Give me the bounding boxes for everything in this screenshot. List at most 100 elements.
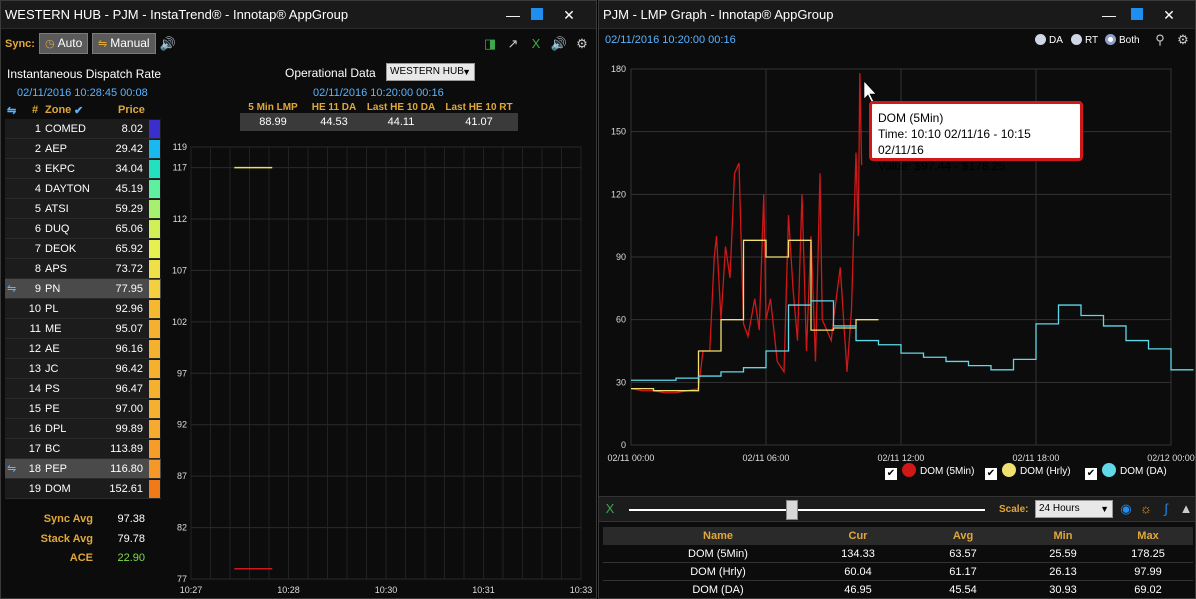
maximize-button[interactable] — [531, 8, 543, 20]
export-icon[interactable]: ◨ — [481, 35, 499, 53]
col-price-header[interactable]: Price — [118, 104, 145, 116]
stats-row[interactable]: DOM (5Min) 134.33 63.57 25.59 178.25 — [603, 545, 1193, 563]
sound-icon[interactable]: 🔊 — [550, 35, 568, 53]
gear-icon[interactable]: ⚙ — [1174, 31, 1192, 49]
zone-name: PS — [45, 383, 60, 395]
radio-da[interactable]: DA — [1035, 34, 1063, 46]
zone-row[interactable]: 2 AEP 29.42 — [5, 139, 161, 159]
zone-row[interactable]: 10 PL 92.96 — [5, 299, 161, 319]
minimize-button[interactable]: — — [1099, 5, 1119, 25]
zone-num: 18 — [28, 463, 41, 475]
stats-col-header[interactable]: Avg — [913, 530, 1013, 542]
ace-row: ACE 22.90 — [1, 552, 151, 568]
zone-row[interactable]: ⇋ 18 PEP 116.80 — [5, 459, 161, 479]
pin-icon[interactable]: ⚲ — [1151, 31, 1169, 49]
y-tick-label: 30 — [616, 377, 626, 387]
zone-row[interactable]: 3 EKPC 34.04 — [5, 159, 161, 179]
sort-icon[interactable]: ✔ — [74, 104, 83, 117]
scale-select[interactable]: 24 Hours ▼ — [1035, 500, 1113, 518]
zone-row[interactable]: 5 ATSI 59.29 — [5, 199, 161, 219]
zone-name: ATSI — [45, 203, 69, 215]
zone-row[interactable]: 12 AE 96.16 — [5, 339, 161, 359]
y-tick-label: 112 — [173, 214, 187, 224]
slider-track[interactable] — [629, 509, 985, 511]
zone-price: 96.16 — [115, 343, 143, 355]
y-tick-label: 120 — [611, 189, 626, 199]
zone-color-swatch — [149, 460, 160, 478]
zone-num: 9 — [34, 283, 41, 295]
zone-row[interactable]: 15 PE 97.00 — [5, 399, 161, 419]
zone-row[interactable]: 4 DAYTON 45.19 — [5, 179, 161, 199]
y-tick-label: 0 — [621, 440, 626, 450]
checkbox-icon[interactable]: ✔ — [1085, 468, 1097, 480]
hub-select[interactable]: WESTERN HUB ▼ — [386, 63, 475, 81]
stats-col-header[interactable]: Name — [603, 530, 833, 542]
checkbox-icon[interactable]: ✔ — [885, 468, 897, 480]
auto-sync-button[interactable]: ◷ Auto — [39, 33, 89, 54]
stats-row[interactable]: DOM (DA) 46.95 45.54 30.93 69.02 — [603, 581, 1193, 598]
zone-row[interactable]: 11 ME 95.07 — [5, 319, 161, 339]
minimize-button[interactable]: — — [503, 5, 523, 25]
x-tick-label: 02/11 00:00 — [608, 453, 655, 463]
zone-row[interactable]: 19 DOM 152.61 — [5, 479, 161, 499]
excel-icon[interactable]: X — [527, 35, 545, 53]
zone-color-swatch — [149, 360, 160, 378]
stats-row[interactable]: DOM (Hrly) 60.04 61.17 26.13 97.99 — [603, 563, 1193, 581]
y-tick-label: 60 — [616, 315, 626, 325]
checkbox-icon[interactable]: ✔ — [985, 468, 997, 480]
zone-row[interactable]: ⇋ 9 PN 77.95 — [5, 279, 161, 299]
close-button[interactable]: ✕ — [1159, 5, 1179, 25]
stats-table: Name Cur Avg Min Max DOM (5Min) 134.33 63.57 25… — [603, 527, 1193, 598]
zone-num: 12 — [28, 343, 41, 355]
stats-col-header[interactable]: Min — [1013, 530, 1113, 542]
zone-num: 6 — [34, 223, 41, 235]
speaker-icon[interactable]: 🔊 — [159, 35, 177, 53]
zone-color-swatch — [149, 140, 160, 158]
slider-thumb[interactable] — [786, 500, 798, 520]
legend-5min[interactable]: ✔ DOM (5Min) — [885, 463, 974, 481]
x-tick-label: 10:31 — [472, 585, 495, 595]
zone-price: 113.89 — [110, 443, 143, 455]
y-tick-label: 82 — [177, 523, 187, 533]
y-tick-label: 87 — [177, 471, 187, 481]
stats-col-header[interactable]: Cur — [803, 530, 913, 542]
zone-row[interactable]: 14 PS 96.47 — [5, 379, 161, 399]
zone-color-swatch — [149, 160, 160, 178]
gear-icon[interactable]: ⚙ — [573, 35, 591, 53]
left-titlebar: WESTERN HUB - PJM - InstaTrend® - Innota… — [1, 1, 596, 29]
od-value: 41.07 — [465, 116, 493, 128]
zone-color-swatch — [149, 300, 160, 318]
left-window-title: WESTERN HUB - PJM - InstaTrend® - Innota… — [5, 7, 349, 22]
area-chart-icon[interactable]: ▲ — [1177, 500, 1195, 518]
zone-list: 1 COMED 8.02 2 AEP 29.42 3 EKPC 34.04 4 DAYTON 45.1… — [5, 119, 161, 499]
close-button[interactable]: ✕ — [559, 5, 579, 25]
zone-row[interactable]: 6 DUQ 65.06 — [5, 219, 161, 239]
swap-icon: ⇋ — [7, 105, 17, 117]
excel-icon[interactable]: X — [601, 500, 619, 518]
sun-icon[interactable]: ☼ — [1137, 500, 1155, 518]
zone-row[interactable]: 13 JC 96.42 — [5, 359, 161, 379]
legend-da[interactable]: ✔ DOM (DA) — [1085, 463, 1167, 481]
zone-row[interactable]: 17 BC 113.89 — [5, 439, 161, 459]
col-zone-header[interactable]: Zone — [45, 104, 71, 116]
maximize-button[interactable] — [1131, 8, 1143, 20]
zone-row[interactable]: 1 COMED 8.02 — [5, 119, 161, 139]
zone-row[interactable]: 8 APS 73.72 — [5, 259, 161, 279]
y-tick-label: 97 — [177, 368, 187, 378]
zone-table-header: ⇋ # Zone ✔ Price — [5, 103, 161, 119]
zone-row[interactable]: 16 DPL 99.89 — [5, 419, 161, 439]
curve-icon[interactable]: ∫ — [1157, 500, 1175, 518]
zone-row[interactable]: 7 DEOK 65.92 — [5, 239, 161, 259]
time-slider-bar: X Scale: 24 Hours ▼ ◉ ☼ ∫ ▲ — [599, 496, 1195, 522]
legend-hrly[interactable]: ✔ DOM (Hrly) — [985, 463, 1071, 481]
manual-sync-button[interactable]: ⇋ Manual — [92, 33, 156, 54]
eye-icon[interactable]: ◉ — [1117, 500, 1135, 518]
radio-both[interactable]: Both — [1105, 34, 1140, 46]
stats-col-header[interactable]: Max — [1103, 530, 1193, 542]
stats-cell: 178.25 — [1131, 548, 1165, 560]
popout-icon[interactable]: ↗ — [504, 35, 522, 53]
manual-label: Manual — [110, 36, 150, 50]
zone-num: 7 — [34, 243, 41, 255]
radio-rt[interactable]: RT — [1071, 34, 1098, 46]
zone-name: DEOK — [45, 243, 77, 255]
